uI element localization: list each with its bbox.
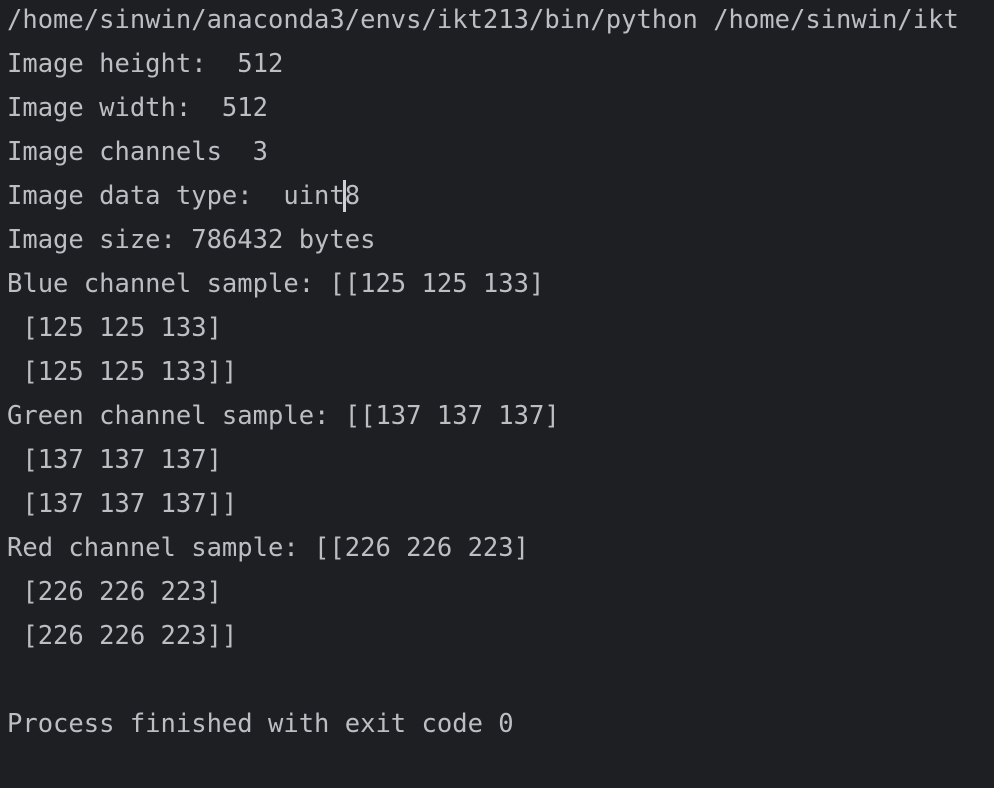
output-line-blue-row: [125 125 133]] — [7, 357, 238, 387]
process-exit-message: Process finished with exit code 0 — [7, 709, 514, 739]
output-line-image-height: Image height: 512 — [7, 49, 284, 79]
dtype-text-after-caret: 8 — [344, 181, 361, 211]
output-line-green-row: [137 137 137]] — [7, 489, 238, 519]
output-line-image-size: Image size: 786432 bytes — [7, 225, 376, 255]
run-console-output[interactable]: /home/sinwin/anaconda3/envs/ikt213/bin/p… — [0, 0, 994, 788]
output-line-red-row: [226 226 223]] — [7, 621, 238, 651]
output-line-image-width: Image width: 512 — [7, 93, 268, 123]
output-line-red-sample: Red channel sample: [[226 226 223] — [7, 533, 529, 563]
dtype-prefix: Image data type: — [7, 181, 284, 211]
output-line-blank — [7, 658, 994, 702]
output-line-image-channels: Image channels 3 — [7, 137, 268, 167]
output-line-blue-sample: Blue channel sample: [[125 125 133] — [7, 269, 545, 299]
dtype-text-before-caret: uint — [283, 181, 345, 211]
command-line: /home/sinwin/anaconda3/envs/ikt213/bin/p… — [7, 5, 959, 35]
output-line-blue-row: [125 125 133] — [7, 313, 222, 343]
output-line-green-row: [137 137 137] — [7, 445, 222, 475]
output-line-red-row: [226 226 223] — [7, 577, 222, 607]
output-line-green-sample: Green channel sample: [[137 137 137] — [7, 401, 560, 431]
output-line-image-dtype: Image data type: uint8 — [7, 174, 994, 218]
